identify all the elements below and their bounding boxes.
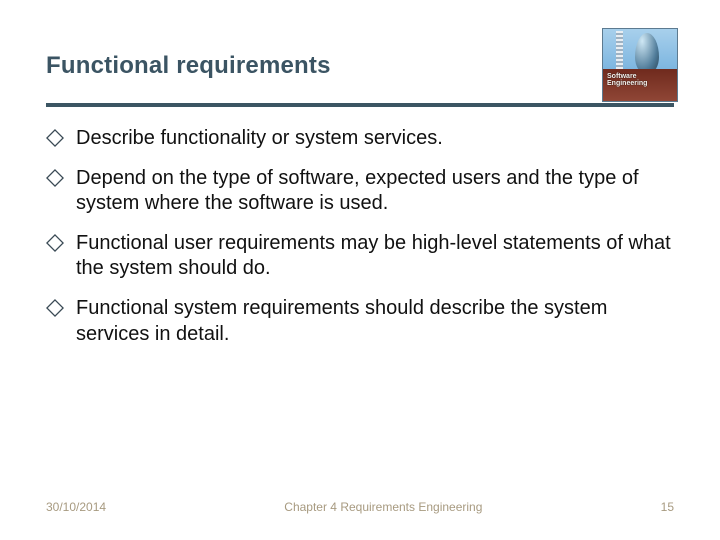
list-item: Functional system requirements should de… xyxy=(46,296,674,347)
bullet-text: Functional user requirements may be high… xyxy=(76,231,674,282)
diamond-bullet-icon xyxy=(46,299,66,319)
slide: Functional requirements Software Enginee… xyxy=(0,0,720,540)
slide-footer: 30/10/2014 Chapter 4 Requirements Engine… xyxy=(46,500,674,514)
slide-header: Functional requirements Software Enginee… xyxy=(46,50,674,108)
footer-chapter: Chapter 4 Requirements Engineering xyxy=(106,500,661,514)
bullet-list: Describe functionality or system service… xyxy=(46,126,674,347)
header-rule xyxy=(46,103,674,107)
slide-body: Describe functionality or system service… xyxy=(46,126,674,361)
book-cover-logo: Software Engineering xyxy=(602,28,678,102)
bullet-text: Functional system requirements should de… xyxy=(76,296,674,347)
list-item: Functional user requirements may be high… xyxy=(46,231,674,282)
footer-page-number: 15 xyxy=(661,500,674,514)
footer-date: 30/10/2014 xyxy=(46,500,106,514)
diamond-bullet-icon xyxy=(46,129,66,149)
logo-text-line1: Software Engineering xyxy=(607,73,677,87)
list-item: Describe functionality or system service… xyxy=(46,126,674,152)
diamond-bullet-icon xyxy=(46,234,66,254)
diamond-bullet-icon xyxy=(46,169,66,189)
bullet-text: Describe functionality or system service… xyxy=(76,126,674,152)
list-item: Depend on the type of software, expected… xyxy=(46,166,674,217)
bullet-text: Depend on the type of software, expected… xyxy=(76,166,674,217)
slide-title: Functional requirements xyxy=(46,50,674,80)
